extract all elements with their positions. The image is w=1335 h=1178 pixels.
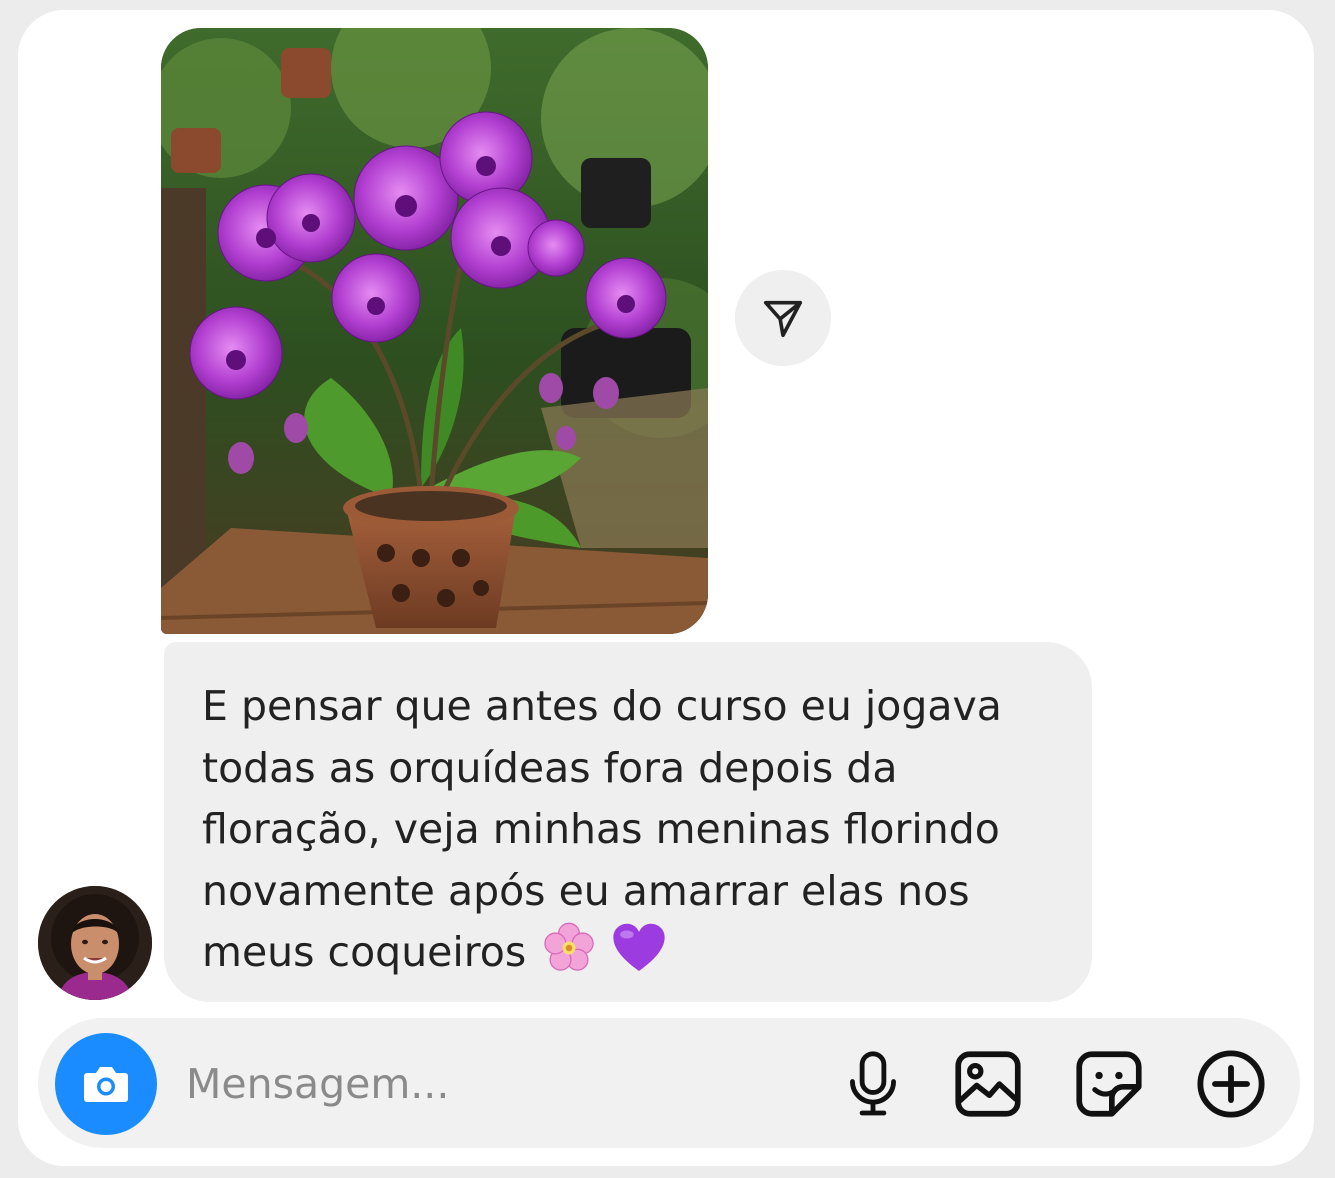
orchid-photo xyxy=(161,28,708,634)
message-line: E pensar que antes do curso eu jogava xyxy=(202,682,1002,730)
message-line: floração, veja minhas meninas florindo xyxy=(202,805,1000,853)
gallery-button[interactable] xyxy=(950,1046,1026,1122)
plus-circle-icon xyxy=(1197,1050,1265,1118)
message-bubble[interactable]: E pensar que antes do curso eu jogava to… xyxy=(164,642,1092,1002)
share-button[interactable] xyxy=(735,270,831,366)
image-icon xyxy=(955,1051,1021,1117)
cherry-blossom-icon xyxy=(543,922,595,992)
sticker-button[interactable] xyxy=(1071,1046,1147,1122)
purple-heart-icon xyxy=(612,922,666,992)
camera-icon xyxy=(84,1067,128,1102)
paper-plane-icon xyxy=(763,300,803,338)
message-input[interactable] xyxy=(184,1050,748,1118)
chat-thread: E pensar que antes do curso eu jogava to… xyxy=(18,10,1314,1166)
avatar[interactable] xyxy=(38,886,152,1000)
message-line: novamente após eu amarrar elas nos xyxy=(202,866,970,915)
camera-button[interactable] xyxy=(55,1033,157,1135)
message-line-last: meus coqueiros xyxy=(202,922,1052,992)
message-composer xyxy=(38,1018,1300,1148)
shared-photo[interactable] xyxy=(161,28,708,634)
message-line: todas as orquídeas fora depois da xyxy=(202,743,898,792)
microphone-button[interactable] xyxy=(835,1046,911,1122)
microphone-icon xyxy=(850,1051,896,1116)
message-line: meus coqueiros xyxy=(202,928,527,976)
more-button[interactable] xyxy=(1193,1046,1269,1122)
sticker-icon xyxy=(1076,1051,1142,1117)
